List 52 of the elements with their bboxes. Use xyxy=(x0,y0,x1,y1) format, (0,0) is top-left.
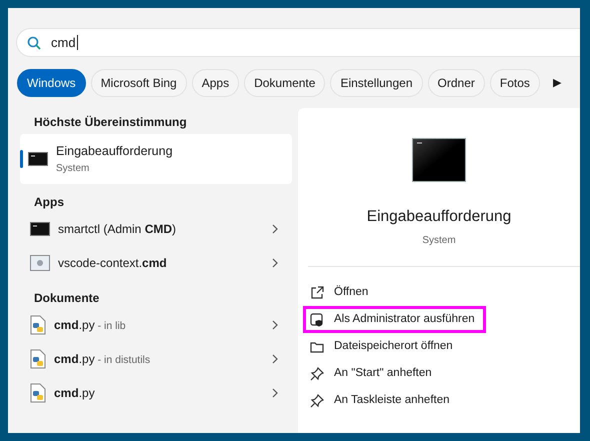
action-item[interactable]: An "Start" anheften xyxy=(303,360,443,388)
chevron-right-icon xyxy=(272,320,278,330)
chevron-right-icon xyxy=(272,258,278,268)
selection-indicator xyxy=(20,150,23,168)
action-item[interactable]: Dateispeicherort öffnen xyxy=(303,333,464,360)
item-title: vscode-context.cmd xyxy=(58,255,168,272)
result-item[interactable]: cmd.py xyxy=(20,376,292,410)
filter-chip[interactable]: Apps xyxy=(192,69,240,97)
search-icon xyxy=(27,36,41,50)
item-title: cmd.py xyxy=(54,385,96,402)
item-title: smartctl (Admin CMD) xyxy=(58,221,178,238)
terminal-icon xyxy=(412,138,466,182)
pin-icon xyxy=(310,366,324,381)
action-item[interactable]: Als Administrator ausführen xyxy=(303,306,486,334)
python-file-icon xyxy=(30,315,46,335)
filter-chip[interactable]: Windows xyxy=(17,69,86,97)
filter-chip[interactable]: Microsoft Bing xyxy=(90,69,187,97)
detail-title: Eingabeaufforderung xyxy=(366,207,512,227)
item-title: cmd.py - in distutils xyxy=(54,350,152,368)
search-input-text: cmd xyxy=(51,35,78,50)
chevron-right-icon xyxy=(272,354,278,364)
terminal-icon xyxy=(30,222,50,236)
result-item[interactable]: vscode-context.cmd xyxy=(20,246,292,280)
shield-window-icon xyxy=(310,312,324,327)
script-file-icon xyxy=(30,255,50,271)
result-item[interactable]: smartctl (Admin CMD) xyxy=(20,212,292,246)
chevron-right-icon xyxy=(272,388,278,398)
section-heading: Apps xyxy=(33,194,65,211)
item-title: cmd.py - in lib xyxy=(54,316,127,334)
detail-subtitle: System xyxy=(422,234,456,248)
folder-icon xyxy=(310,340,324,353)
python-file-icon xyxy=(30,383,46,403)
search-field[interactable]: cmd xyxy=(16,28,580,57)
section-heading: Höchste Übereinstimmung xyxy=(33,114,188,130)
best-match-item[interactable]: Eingabeaufforderung System xyxy=(20,134,292,184)
filter-chip[interactable]: Dokumente xyxy=(244,69,326,97)
chevron-right-icon xyxy=(272,224,278,234)
item-subtitle: System xyxy=(56,162,90,176)
python-file-icon xyxy=(30,349,46,369)
external-link-icon xyxy=(310,286,324,300)
action-item[interactable]: An Taskleiste anheften xyxy=(303,387,461,414)
item-title: Eingabeaufforderung xyxy=(56,143,173,160)
result-item[interactable]: cmd.py - in distutils xyxy=(20,342,292,376)
filter-chip[interactable]: Fotos xyxy=(490,69,540,97)
pin-icon xyxy=(310,394,324,408)
action-item[interactable]: Öffnen xyxy=(303,279,380,306)
filter-chip[interactable]: Einstellungen xyxy=(330,69,423,97)
filter-chip[interactable]: Ordner xyxy=(428,69,485,97)
section-heading: Dokumente xyxy=(33,290,100,307)
result-item[interactable]: cmd.py - in lib xyxy=(20,308,292,342)
more-filters-button[interactable]: ▶ xyxy=(544,69,569,97)
terminal-icon xyxy=(28,152,48,166)
